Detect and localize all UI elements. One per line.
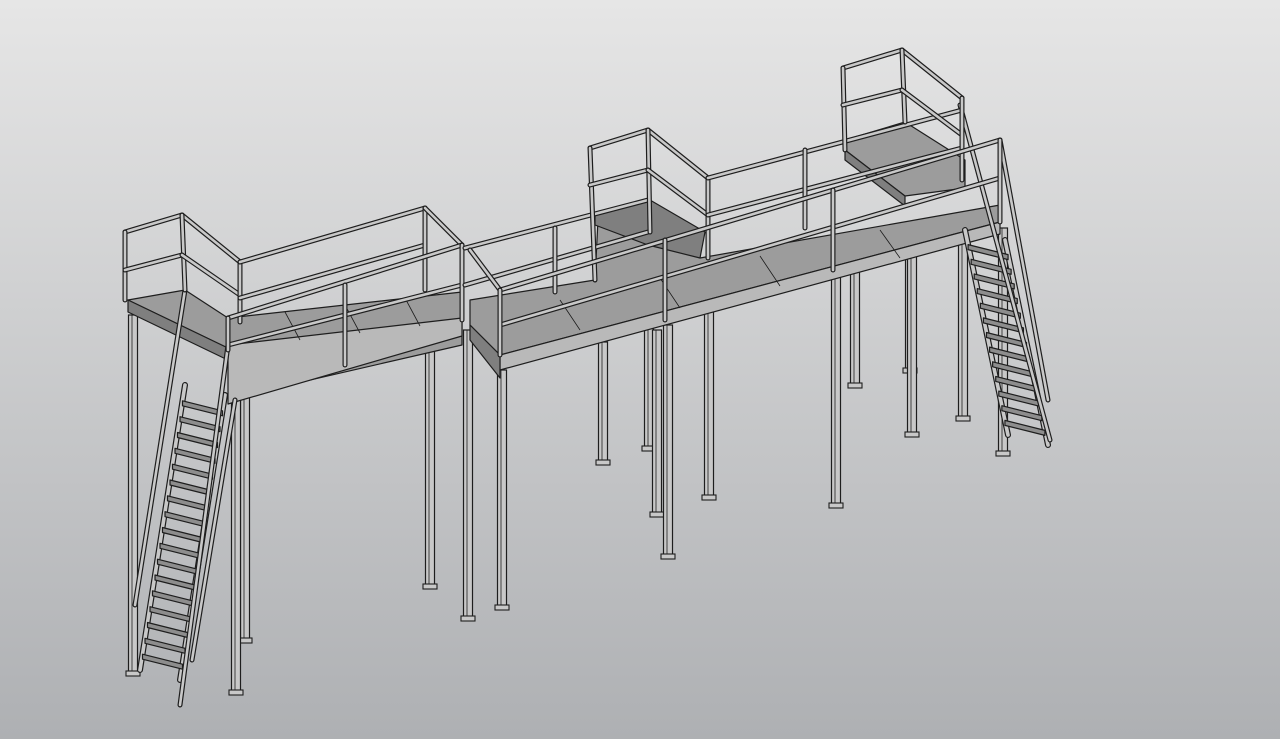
column-8-shaft bbox=[830, 269, 842, 506]
column-2-base-plate bbox=[847, 382, 863, 389]
rail-23 bbox=[645, 127, 653, 235]
column-9-base-plate bbox=[649, 511, 665, 518]
column-7 bbox=[701, 304, 717, 501]
column-6-base-plate bbox=[595, 459, 611, 466]
column-6 bbox=[595, 341, 611, 466]
column-12-base-plate bbox=[422, 583, 438, 590]
column-12-shaft bbox=[424, 339, 436, 587]
column-14-shaft bbox=[496, 369, 508, 608]
column-10 bbox=[660, 324, 676, 560]
column-8 bbox=[828, 269, 844, 509]
column-3-shaft bbox=[957, 227, 969, 419]
column-12 bbox=[422, 339, 438, 590]
column-2-shaft bbox=[849, 261, 861, 386]
column-13-base-plate bbox=[460, 615, 476, 622]
column-10-base-plate bbox=[660, 553, 676, 560]
column-15-shaft bbox=[127, 314, 139, 674]
column-17-shaft bbox=[230, 399, 242, 693]
column-2 bbox=[847, 261, 863, 389]
column-15 bbox=[125, 314, 141, 677]
column-14-base-plate bbox=[494, 604, 510, 611]
rail-4 bbox=[179, 212, 188, 293]
column-9 bbox=[649, 329, 665, 518]
column-3-base-plate bbox=[955, 415, 971, 422]
column-7-shaft bbox=[703, 304, 715, 498]
column-17-base-plate bbox=[228, 689, 244, 696]
column-14 bbox=[494, 369, 510, 611]
column-4 bbox=[904, 247, 920, 438]
column-9-shaft bbox=[651, 329, 663, 515]
column-10-shaft bbox=[662, 324, 674, 557]
column-6-shaft bbox=[597, 341, 609, 463]
platform-model bbox=[0, 0, 1280, 739]
column-17 bbox=[228, 399, 244, 696]
column-4-shaft bbox=[906, 247, 918, 435]
column-11-base-plate bbox=[995, 450, 1011, 457]
rail-32 bbox=[840, 65, 848, 153]
cad-3d-viewport[interactable] bbox=[0, 0, 1280, 739]
column-16-shaft bbox=[239, 394, 251, 641]
column-8-base-plate bbox=[828, 502, 844, 509]
column-4-base-plate bbox=[904, 431, 920, 438]
column-7-base-plate bbox=[701, 494, 717, 501]
column-13 bbox=[460, 329, 476, 622]
column-13-shaft bbox=[462, 329, 474, 619]
rail-33 bbox=[899, 47, 908, 125]
